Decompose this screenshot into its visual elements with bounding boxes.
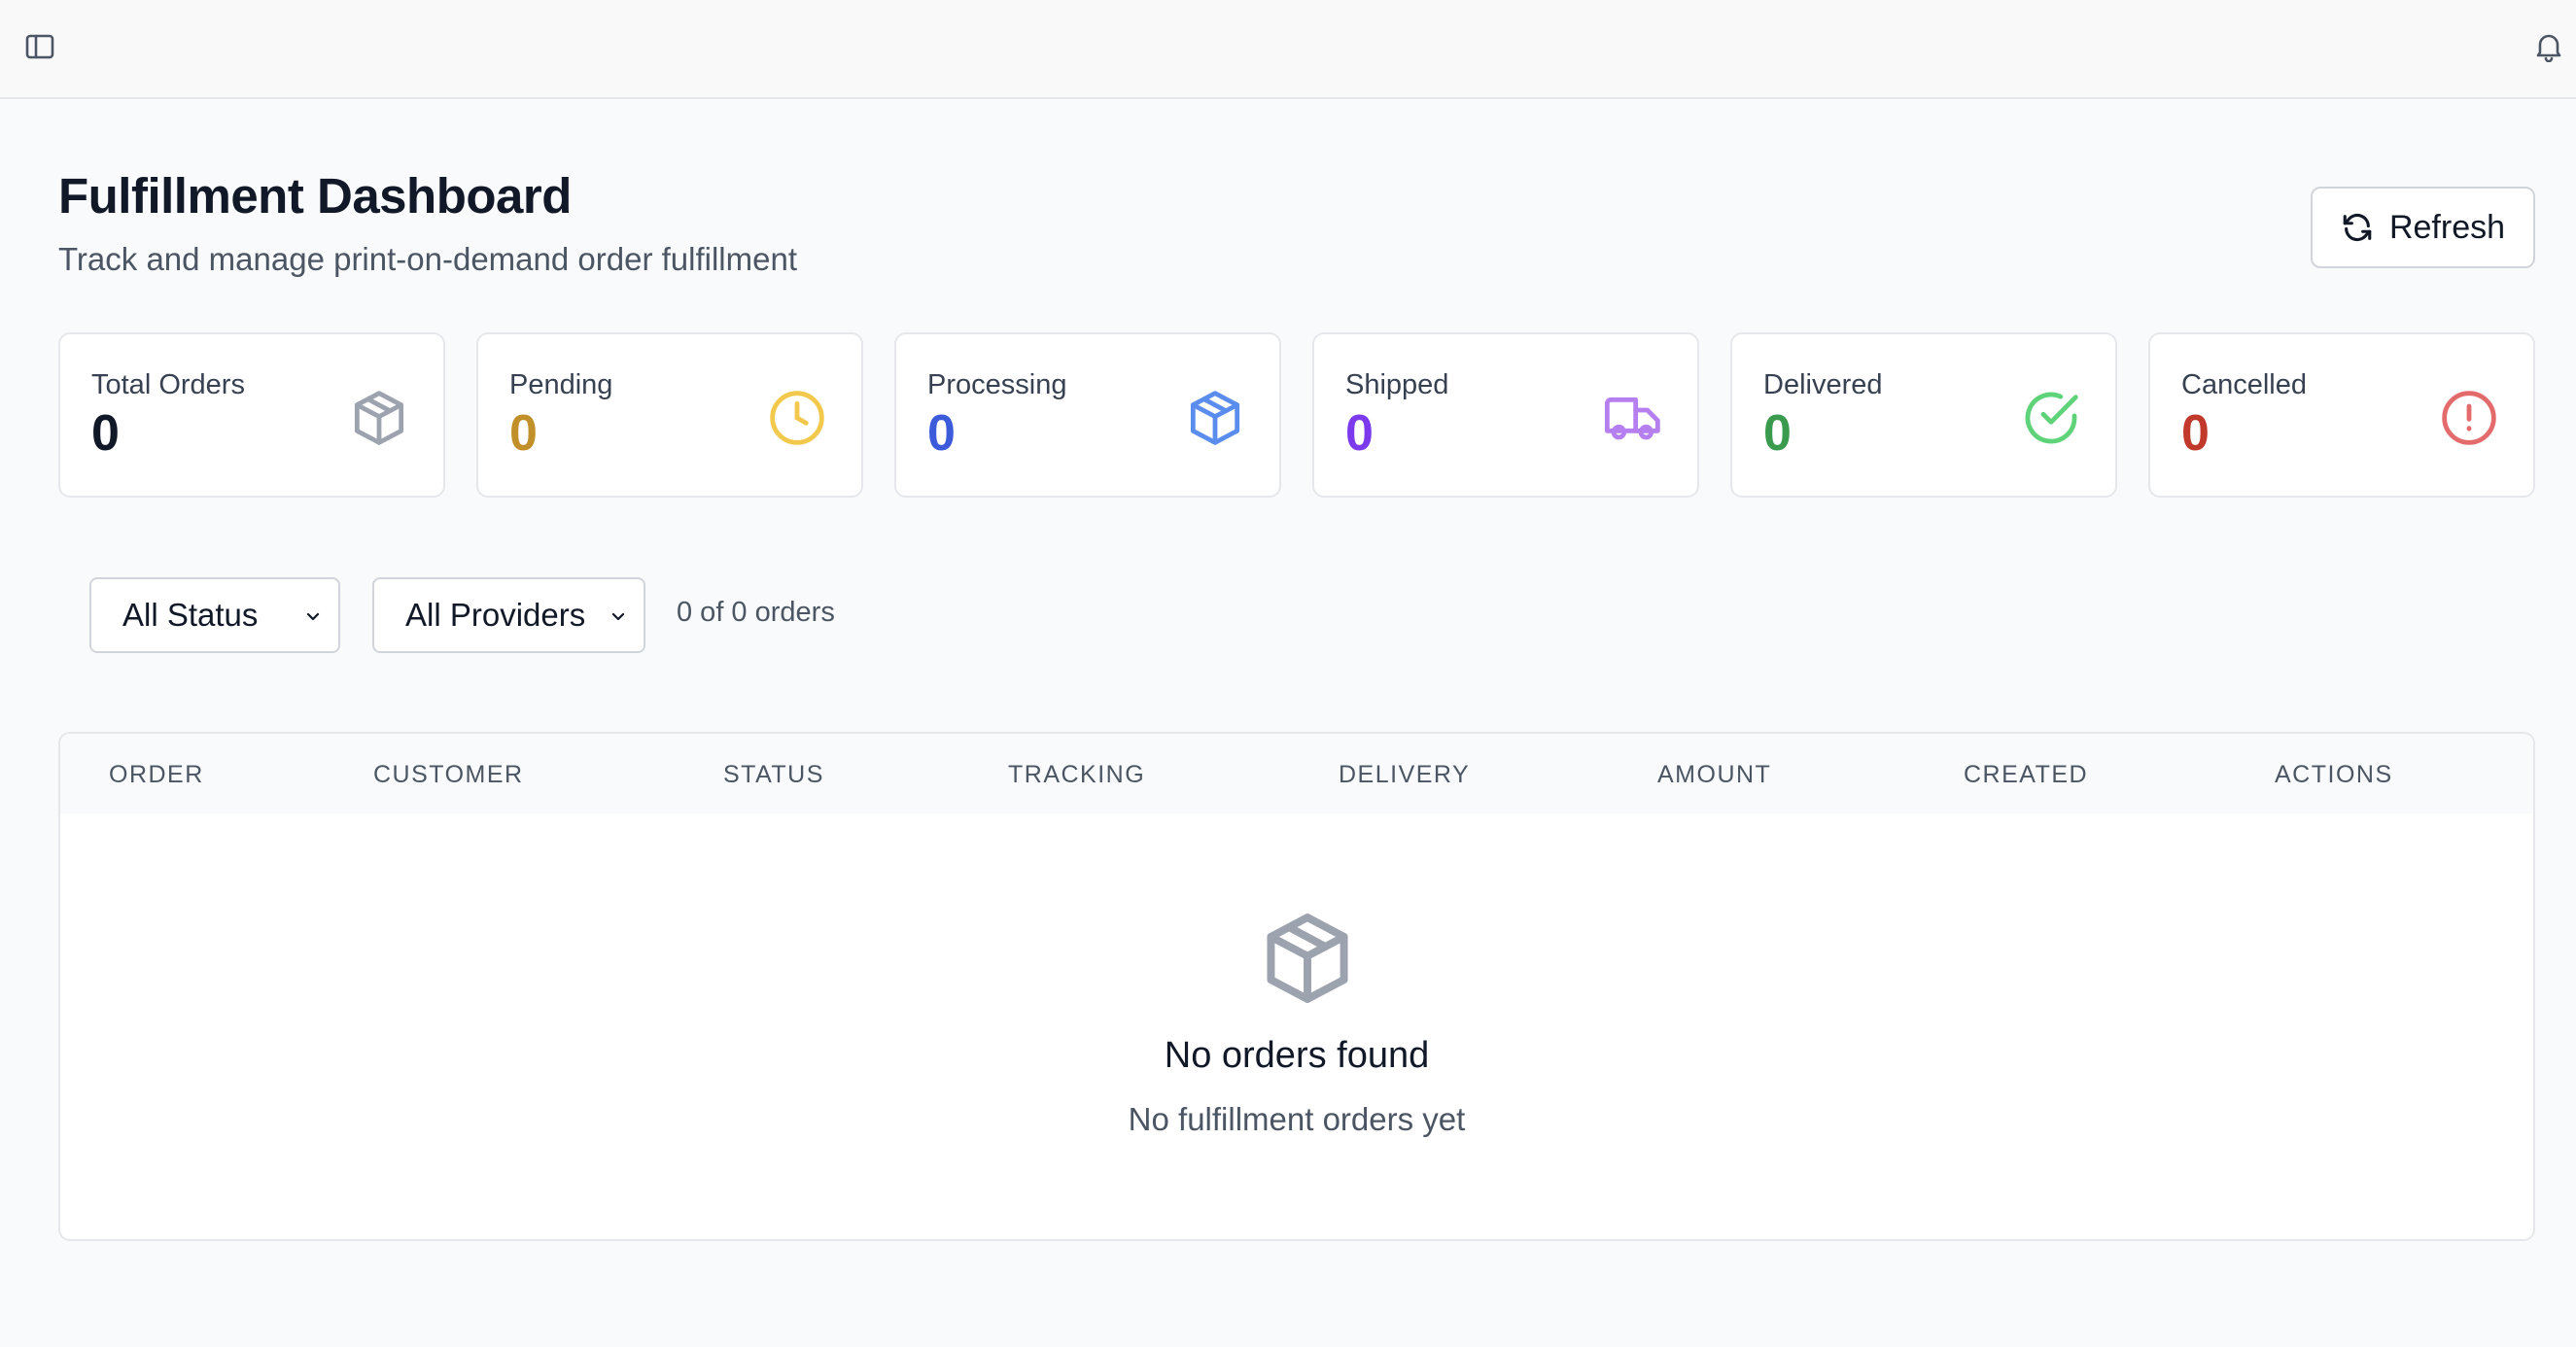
column-header-actions: ACTIONS bbox=[2275, 761, 2393, 788]
stat-card-delivered: Delivered 0 bbox=[1730, 332, 2117, 498]
check-circle-icon bbox=[2025, 392, 2078, 444]
panel-left-icon[interactable] bbox=[21, 33, 58, 60]
stat-card-pending: Pending 0 bbox=[476, 332, 863, 498]
top-bar bbox=[0, 0, 2576, 99]
column-header-status: STATUS bbox=[723, 761, 824, 788]
stat-value: 0 bbox=[1763, 405, 1792, 462]
column-header-delivery: DELIVERY bbox=[1339, 761, 1471, 788]
order-count: 0 of 0 orders bbox=[677, 597, 835, 628]
table-header: ORDER CUSTOMER STATUS TRACKING DELIVERY … bbox=[60, 734, 2533, 813]
stat-label: Processing bbox=[927, 369, 1067, 400]
package-icon bbox=[354, 391, 404, 445]
page-title: Fulfillment Dashboard bbox=[58, 168, 572, 224]
stat-card-cancelled: Cancelled 0 bbox=[2148, 332, 2535, 498]
stat-card-processing: Processing 0 bbox=[894, 332, 1281, 498]
stat-label: Pending bbox=[509, 369, 613, 400]
chevron-down-icon bbox=[306, 612, 320, 621]
stat-value: 0 bbox=[509, 405, 538, 462]
stat-card-shipped: Shipped 0 bbox=[1312, 332, 1699, 498]
column-header-order: ORDER bbox=[109, 761, 204, 788]
stat-value: 0 bbox=[927, 405, 956, 462]
refresh-icon bbox=[2343, 213, 2372, 242]
alert-circle-icon bbox=[2442, 391, 2496, 445]
orders-table: ORDER CUSTOMER STATUS TRACKING DELIVERY … bbox=[58, 732, 2535, 1241]
column-header-amount: AMOUNT bbox=[1657, 761, 1772, 788]
empty-state-title: No orders found bbox=[1164, 1035, 1430, 1076]
provider-filter-select[interactable]: All Providers bbox=[372, 577, 645, 653]
column-header-customer: CUSTOMER bbox=[373, 761, 524, 788]
stat-card-total-orders: Total Orders 0 bbox=[58, 332, 445, 498]
clock-icon bbox=[770, 391, 824, 445]
refresh-button[interactable]: Refresh bbox=[2311, 187, 2535, 268]
provider-filter-value: All Providers bbox=[405, 597, 586, 633]
chevron-down-icon bbox=[611, 612, 625, 621]
stat-value: 0 bbox=[91, 405, 120, 462]
column-header-created: CREATED bbox=[1964, 761, 2089, 788]
stat-label: Cancelled bbox=[2181, 369, 2307, 400]
bell-icon[interactable] bbox=[2529, 29, 2568, 64]
refresh-label: Refresh bbox=[2388, 208, 2506, 246]
package-icon bbox=[1190, 391, 1240, 445]
stat-label: Delivered bbox=[1763, 369, 1883, 400]
page-subtitle: Track and manage print-on-demand order f… bbox=[58, 241, 797, 277]
empty-state-subtitle: No fulfillment orders yet bbox=[1128, 1101, 1466, 1137]
status-filter-value: All Status bbox=[122, 597, 259, 633]
truck-icon bbox=[1604, 397, 1660, 440]
stat-value: 0 bbox=[2181, 405, 2210, 462]
stat-label: Shipped bbox=[1345, 369, 1449, 400]
stat-value: 0 bbox=[1345, 405, 1374, 462]
column-header-tracking: TRACKING bbox=[1008, 761, 1146, 788]
stat-label: Total Orders bbox=[91, 369, 245, 400]
status-filter-select[interactable]: All Status bbox=[89, 577, 340, 653]
package-icon bbox=[1267, 914, 1348, 1003]
